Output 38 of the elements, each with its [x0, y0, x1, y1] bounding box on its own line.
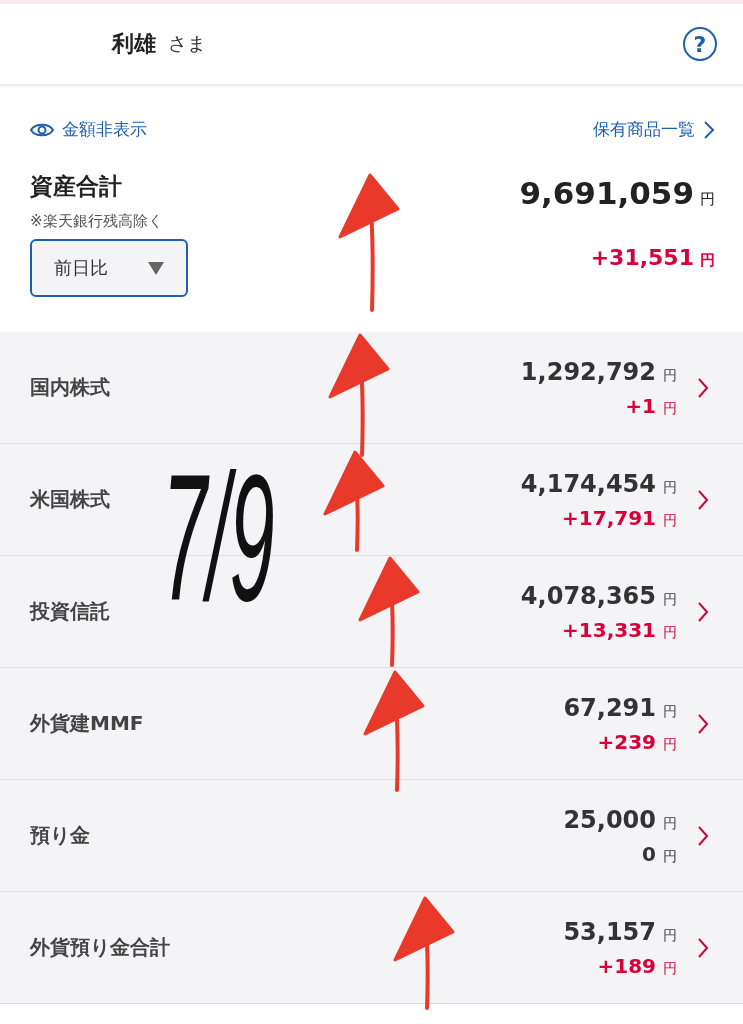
asset-label: 国内株式 [30, 374, 111, 401]
caret-icon [148, 261, 164, 275]
handwritten-note: 7/9 [162, 448, 275, 628]
user-name: 利雄 [112, 30, 156, 58]
asset-label: 外貨預り金合計 [30, 934, 171, 961]
total-change: +31,551 円 [589, 245, 715, 270]
asset-label: 米国株式 [30, 486, 111, 513]
chevron-icon [697, 376, 709, 399]
asset-amount: 67,291 円 [563, 693, 677, 722]
asset-label: 投資信託 [30, 598, 111, 625]
asset-change: +239 円 [596, 729, 677, 754]
asset-label: 外貨建MMF [30, 710, 145, 737]
eye-icon [30, 121, 54, 138]
asset-label: 預り金 [30, 822, 91, 849]
asset-amount: 4,174,454 円 [520, 469, 677, 498]
asset-change: 0 円 [641, 841, 677, 866]
asset-change: +1 円 [624, 393, 677, 418]
compare-dropdown[interactable]: 前日比 [30, 239, 188, 297]
chevron-icon [697, 936, 709, 959]
note-text: ※楽天銀行残高除く [30, 212, 164, 231]
holdings-link[interactable]: 保有商品一覧 [593, 118, 715, 141]
asset-amount: 4,078,365 円 [520, 581, 677, 610]
asset-amount: 1,292,792 円 [520, 357, 677, 386]
honorific: さま [168, 31, 206, 56]
asset-change: +189 円 [596, 953, 677, 978]
asset-change: +13,331 円 [561, 617, 677, 642]
asset-amount: 53,157 円 [563, 917, 677, 946]
chevron-icon [697, 712, 709, 735]
chevron-icon [703, 119, 715, 140]
chevron-icon [697, 488, 709, 511]
asset-amount: 25,000 円 [563, 805, 677, 834]
asset-change: +17,791 円 [561, 505, 677, 530]
total-amount: 9,691,059 円 [519, 175, 715, 211]
chevron-icon [697, 824, 709, 847]
section-title: 資産合計 [30, 172, 123, 201]
hide-amounts-link[interactable]: 金額非表示 [30, 118, 147, 141]
help-button[interactable]: ? [683, 27, 717, 61]
chevron-icon [697, 600, 709, 623]
